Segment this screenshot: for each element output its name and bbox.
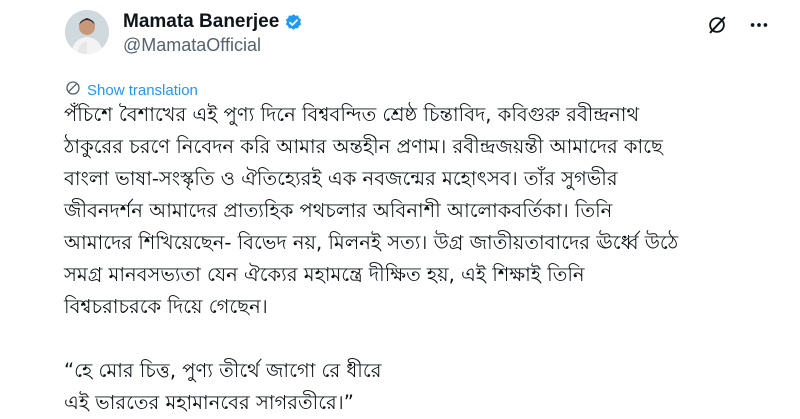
tweet-text: পঁচিশে বৈশাখের এই পুণ্য দিনে বিশ্ববন্দিত…: [64, 99, 794, 419]
author-name[interactable]: Mamata Banerjee: [123, 11, 279, 33]
quote-line: “হে মোর চিত্ত, পুণ্য তীর্থে জাগো রে ধীরে: [64, 359, 382, 382]
tweet-line: আমাদের শিখিয়েছেন- বিভেদ নয়, মিলনই সত্য…: [64, 231, 679, 254]
tweet-line: জীবনদর্শন আমাদের প্রাত্যহিক পথচলার অবিনা…: [64, 199, 613, 222]
author-handle[interactable]: @MamataOfficial: [123, 35, 261, 56]
tweet-line: পঁচিশে বৈশাখের এই পুণ্য দিনে বিশ্ববন্দিত…: [64, 103, 640, 126]
verified-badge-icon: [284, 13, 303, 32]
globe-icon: [65, 80, 81, 100]
show-translation-label: Show translation: [87, 81, 198, 99]
tweet-line: বাংলা ভাষা-সংস্কৃতি ও ঐতিহ্যেরই এক নবজন্…: [64, 167, 618, 190]
tweet-actions-top: [706, 14, 770, 36]
show-translation-link[interactable]: Show translation: [65, 80, 198, 100]
tweet-line: সমগ্র মানবসভ্যতা যেন ঐক্যের মহামন্ত্রে দ…: [64, 263, 585, 286]
quote-line: এই ভারতের মহামানবের সাগরতীরে।”: [64, 391, 354, 414]
more-icon[interactable]: [748, 14, 770, 36]
tweet-line: বিশ্বচরাচরকে দিয়ে গেছেন।: [64, 295, 268, 318]
avatar[interactable]: [65, 10, 109, 54]
author-name-row: Mamata Banerjee: [123, 11, 303, 33]
avatar-image: [65, 10, 109, 54]
tweet-line: ঠাকুরের চরণে নিবেদন করি আমার অন্তহীন প্র…: [64, 135, 663, 158]
grok-icon[interactable]: [706, 14, 728, 36]
